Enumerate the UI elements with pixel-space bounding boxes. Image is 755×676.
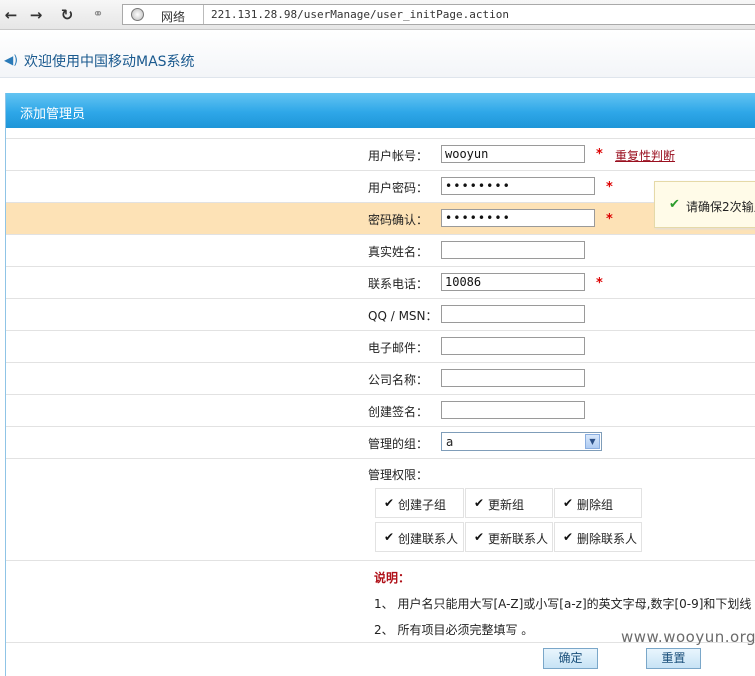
perm-label: 创建联系人 xyxy=(398,532,459,546)
speaker-icon: ◀) xyxy=(4,53,18,67)
qq-msn-input[interactable] xyxy=(441,305,585,323)
back-icon[interactable]: ← xyxy=(2,6,20,24)
note-item: 1、 用户名只能用大写[A-Z]或小写[a-z]的英文字母,数字[0-9]和下划… xyxy=(374,597,752,611)
browser-toolbar: ← → ↻ ⚭ 网络 221.131.28.98/userManage/user… xyxy=(0,0,755,30)
signature-input[interactable] xyxy=(441,401,585,419)
group-select[interactable]: a ▼ xyxy=(441,432,602,451)
reset-button[interactable]: 重置 xyxy=(646,648,701,669)
refresh-icon[interactable]: ↻ xyxy=(58,6,76,24)
password-label: 用户密码： xyxy=(368,181,429,195)
perm-label: 更新联系人 xyxy=(488,532,549,546)
phone-label: 联系电话： xyxy=(368,277,429,291)
address-bar[interactable]: 网络 221.131.28.98/userManage/user_initPag… xyxy=(122,4,755,25)
perm-label: 更新组 xyxy=(488,498,525,512)
required-mark: * xyxy=(606,180,613,195)
security-zone-label: 网络 xyxy=(161,10,186,24)
welcome-text: 欢迎使用中国移动MAS系统 xyxy=(24,54,195,70)
watermark: www.wooyun.org xyxy=(621,628,755,646)
panel-header: 添加管理员 xyxy=(6,93,755,128)
required-mark: * xyxy=(596,276,603,291)
checkmark-icon[interactable]: ✔ xyxy=(474,496,484,510)
email-input[interactable] xyxy=(441,337,585,355)
checkmark-icon[interactable]: ✔ xyxy=(474,530,484,544)
perm-delete-group[interactable]: ✔ 删除组 xyxy=(554,488,642,518)
group-label: 管理的组： xyxy=(368,437,429,451)
validation-tooltip: ✔ 请确保2次输入 xyxy=(654,181,755,228)
realname-label: 真实姓名： xyxy=(368,245,429,259)
url-text[interactable]: 221.131.28.98/userManage/user_initPage.a… xyxy=(211,8,509,21)
account-input[interactable]: wooyun xyxy=(441,145,585,163)
confirm-label: 密码确认： xyxy=(368,213,429,227)
globe-icon xyxy=(131,8,144,21)
required-mark: * xyxy=(596,147,603,162)
permissions-label: 管理权限： xyxy=(368,468,429,482)
password-input[interactable]: •••••••• xyxy=(441,177,595,195)
checkmark-icon[interactable]: ✔ xyxy=(563,530,573,544)
panel-title: 添加管理员 xyxy=(20,107,86,122)
checkmark-icon[interactable]: ✔ xyxy=(384,496,394,510)
page: ← → ↻ ⚭ 网络 221.131.28.98/userManage/user… xyxy=(0,0,755,676)
account-label: 用户帐号： xyxy=(368,149,429,163)
realname-input[interactable] xyxy=(441,241,585,259)
perm-update-group[interactable]: ✔ 更新组 xyxy=(465,488,553,518)
notes-title: 说明： xyxy=(374,571,411,585)
address-divider xyxy=(203,5,204,24)
forward-icon[interactable]: → xyxy=(27,6,45,24)
duplicate-check-link[interactable]: 重复性判断 xyxy=(615,147,675,164)
group-select-value: a xyxy=(446,435,454,449)
perm-update-contact[interactable]: ✔ 更新联系人 xyxy=(465,522,553,552)
company-input[interactable] xyxy=(441,369,585,387)
tooltip-message: 请确保2次输入 xyxy=(686,200,755,214)
perm-label: 创建子组 xyxy=(398,498,447,512)
note-item: 2、 所有项目必须完整填写 。 xyxy=(374,623,534,637)
signature-label: 创建签名： xyxy=(368,405,429,419)
qq-msn-label: QQ / MSN： xyxy=(368,309,438,323)
welcome-banner: ◀) 欢迎使用中国移动MAS系统 xyxy=(0,31,755,78)
perm-label: 删除联系人 xyxy=(577,532,638,546)
key-icon[interactable]: ⚭ xyxy=(89,6,107,24)
perm-create-subgroup[interactable]: ✔ 创建子组 xyxy=(375,488,464,518)
perm-label: 删除组 xyxy=(577,498,614,512)
phone-input[interactable]: 10086 xyxy=(441,273,585,291)
perm-delete-contact[interactable]: ✔ 删除联系人 xyxy=(554,522,642,552)
row-buttons xyxy=(6,642,755,676)
checkmark-icon[interactable]: ✔ xyxy=(563,496,573,510)
check-icon: ✔ xyxy=(669,197,680,212)
perm-create-contact[interactable]: ✔ 创建联系人 xyxy=(375,522,464,552)
ok-button[interactable]: 确定 xyxy=(543,648,598,669)
chevron-down-icon[interactable]: ▼ xyxy=(585,434,600,449)
company-label: 公司名称： xyxy=(368,373,429,387)
required-mark: * xyxy=(606,212,613,227)
confirm-password-input[interactable]: •••••••• xyxy=(441,209,595,227)
checkmark-icon[interactable]: ✔ xyxy=(384,530,394,544)
email-label: 电子邮件： xyxy=(368,341,429,355)
